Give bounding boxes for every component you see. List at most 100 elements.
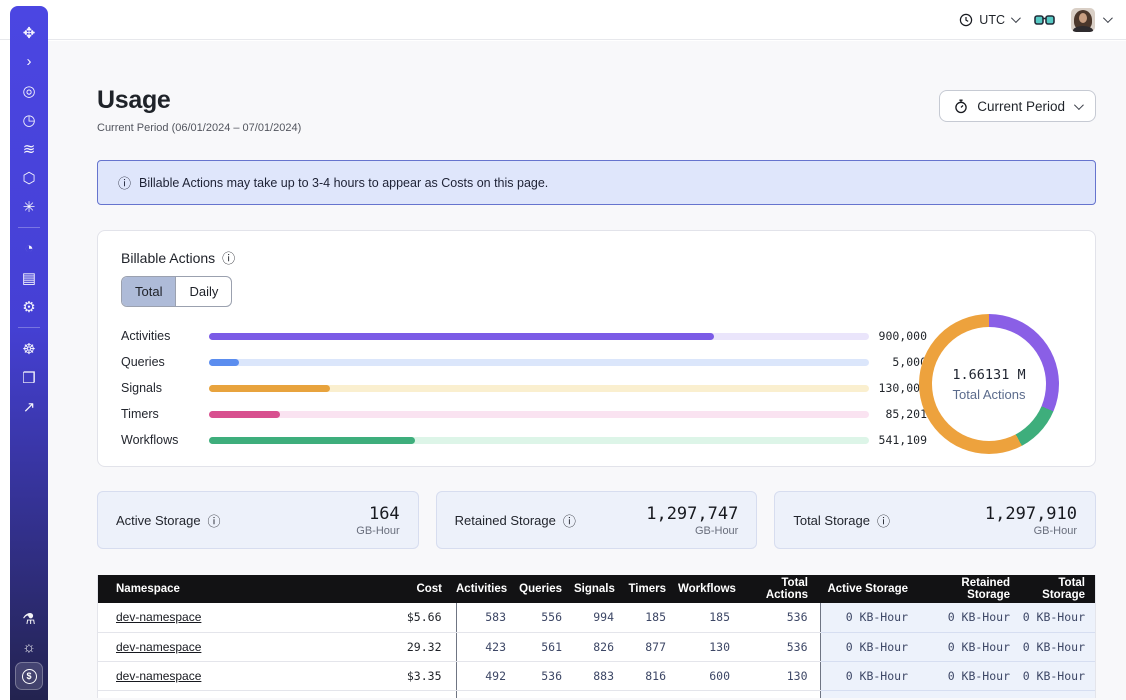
namespace-link[interactable]: dev-namespace (116, 610, 201, 624)
cell-activities: 423 (456, 632, 518, 661)
cell-total-storage: 0 KB-Hour (1022, 632, 1096, 661)
bar-fill (209, 333, 714, 340)
cell-workflows: 185 (678, 603, 742, 632)
cell-total-actions: 536 (742, 632, 820, 661)
sidebar-item-settings[interactable]: ⚙ (10, 292, 48, 321)
sidebar-item-namespaces[interactable]: ◎ (10, 76, 48, 105)
sidebar-item-billing[interactable]: $ (15, 662, 43, 690)
cell-total-actions: 130 (742, 661, 820, 690)
period-selector-label: Current Period (977, 99, 1065, 114)
bar-fill (209, 385, 330, 392)
bar-row: Activities 900,000 (121, 323, 927, 349)
user-menu[interactable] (1071, 8, 1110, 32)
cell-activities: 583 (456, 603, 518, 632)
info-icon[interactable]: ⓘ (877, 511, 890, 530)
col-retained-storage: Retained Storage (920, 575, 1022, 603)
sidebar: ✥ › ◎ ◷ ≋ ⬡ ✳ ◔ ▤ ⚙ ☸ ❒ ↗ ⚗ ☼ $ (10, 6, 48, 700)
chevron-down-icon (1103, 13, 1113, 23)
info-icon[interactable]: ⓘ (563, 511, 576, 530)
cell-cost: $3.35 (378, 661, 456, 690)
cell-signals: 826 (574, 632, 626, 661)
total-storage-unit: GB-Hour (985, 525, 1077, 537)
clock-icon (959, 13, 973, 27)
sidebar-item-labs[interactable]: ⚗ (10, 604, 48, 633)
sidebar-item-deployments[interactable]: ⬡ (10, 163, 48, 192)
cell-queries: 556 (518, 603, 574, 632)
info-icon[interactable]: ⓘ (208, 511, 221, 530)
donut-ring: 1.66131 M Total Actions (919, 314, 1059, 454)
cell-active-storage: 0 KB-Hour (820, 632, 920, 661)
asterisk-icon: ✳ (23, 198, 36, 216)
sidebar-item-usage[interactable]: ◔ (10, 234, 48, 263)
tab-total[interactable]: Total (122, 277, 175, 306)
cell-signals: 994 (574, 603, 626, 632)
cell-active-storage: 0 KB-Hour (820, 661, 920, 690)
billable-actions-title: Billable Actions ⓘ (121, 248, 235, 267)
table-row: dev-namespace $5.66 583 556 994 185 185 … (98, 603, 1096, 632)
sidebar-item-docs[interactable]: ❒ (10, 363, 48, 392)
cell-cost: 29.32 (378, 632, 456, 661)
page-subtitle: Current Period (06/01/2024 – 07/01/2024) (97, 122, 301, 134)
bar-label: Timers (121, 407, 209, 421)
cell-retained-storage: 0 KB-Hour (920, 661, 1022, 690)
retained-storage-label: Retained Storage (455, 513, 556, 528)
bar-row: Queries 5,000 (121, 349, 927, 375)
active-storage-label: Active Storage (116, 513, 201, 528)
namespaces-icon: ◎ (22, 82, 35, 100)
bar-label: Signals (121, 381, 209, 395)
sidebar-item-batch-operations[interactable]: ≋ (10, 134, 48, 163)
avatar (1071, 8, 1095, 32)
col-workflows: Workflows (678, 575, 742, 603)
donut-center: 1.66131 M Total Actions (932, 327, 1046, 441)
period-selector-button[interactable]: Current Period (939, 90, 1096, 122)
cell-timers: 816 (626, 661, 678, 690)
namespace-link[interactable]: dev-namespace (116, 669, 201, 683)
bar-label: Activities (121, 329, 209, 343)
sidebar-item-nexus[interactable]: ✳ (10, 192, 48, 221)
bar-track (209, 385, 869, 392)
info-icon[interactable]: ⓘ (222, 248, 235, 267)
sidebar-item-theme[interactable]: ☼ (10, 633, 48, 662)
cell-active-storage: 0 KB-Hour (820, 603, 920, 632)
sidebar-item-invoices[interactable]: ▤ (10, 263, 48, 292)
gear-icon: ⚙ (22, 298, 35, 316)
tab-daily[interactable]: Daily (175, 277, 231, 306)
sidebar-item-getting-started[interactable]: ↗ (10, 392, 48, 421)
invoice-icon: ▤ (22, 269, 36, 287)
sidebar-divider (18, 327, 40, 328)
sidebar-collapse-icon[interactable]: › (10, 47, 48, 76)
col-signals: Signals (574, 575, 626, 603)
table-row: dev-namespace $3.35 492 536 883 816 600 … (98, 661, 1096, 690)
glasses-icon[interactable] (1034, 13, 1055, 27)
retained-storage-value: 1,297,747 (646, 504, 738, 524)
timezone-selector[interactable]: UTC (959, 13, 1018, 27)
total-storage-value: 1,297,910 (985, 504, 1077, 524)
namespace-link[interactable]: dev-namespace (116, 640, 201, 654)
sidebar-item-support[interactable]: ☸ (10, 334, 48, 363)
lifering-icon: ☸ (22, 340, 35, 358)
storage-summary-row: Active Storageⓘ 164 GB-Hour Retained Sto… (97, 491, 1096, 549)
col-active-storage: Active Storage (820, 575, 920, 603)
temporal-logo-icon[interactable]: ✥ (10, 18, 48, 47)
retained-storage-unit: GB-Hour (646, 525, 738, 537)
bar-value: 900,000 (869, 329, 927, 343)
timezone-label: UTC (979, 13, 1005, 27)
col-total-actions: Total Actions (742, 575, 820, 603)
cell-cost: $5.66 (378, 603, 456, 632)
cell-queries: 536 (518, 661, 574, 690)
active-storage-unit: GB-Hour (356, 525, 399, 537)
bar-fill (209, 359, 239, 366)
cell-total-storage: 0 KB-Hour (1022, 603, 1096, 632)
sidebar-item-schedules[interactable]: ◷ (10, 105, 48, 134)
retained-storage-card: Retained Storage ⓘ 1,297,747 GB-Hour (436, 491, 758, 549)
info-banner-text: Billable Actions may take up to 3-4 hour… (139, 176, 548, 190)
col-activities: Activities (456, 575, 518, 603)
usage-page: UTC ✥ › ◎ ◷ ≋ ⬡ ✳ ◔ ▤ ⚙ ☸ ❒ ↗ ⚗ ☼ $ Usag… (0, 0, 1126, 700)
col-queries: Queries (518, 575, 574, 603)
stopwatch-icon (954, 99, 968, 114)
cell-retained-storage: 0 KB-Hour (920, 603, 1022, 632)
cell-total-storage: 0 KB-Hour (1022, 661, 1096, 690)
sidebar-divider (18, 227, 40, 228)
total-storage-card: Total Storageⓘ 1,297,910 GB-Hour (774, 491, 1096, 549)
total-actions-label: Total Actions (953, 387, 1026, 402)
